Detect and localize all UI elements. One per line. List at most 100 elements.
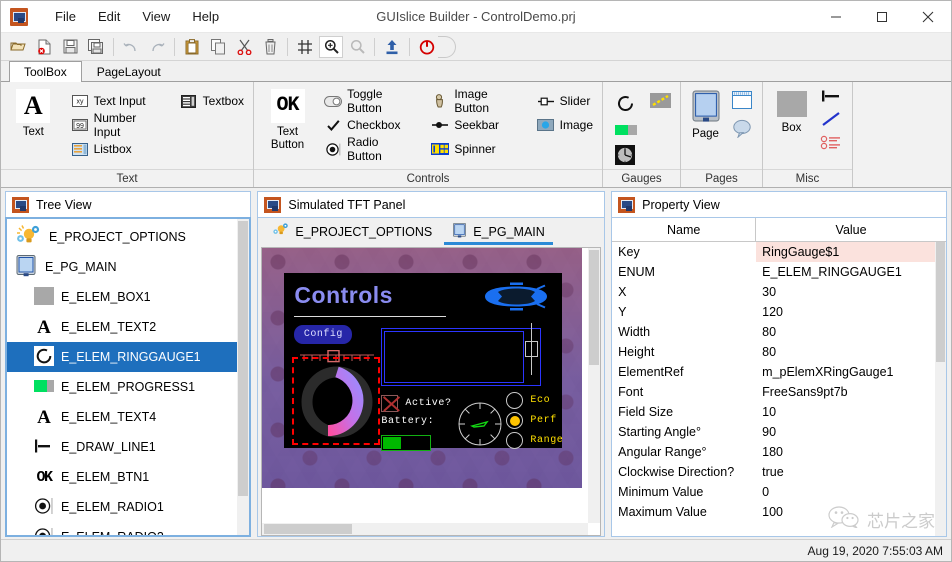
table-row[interactable]: Height 80: [612, 342, 946, 362]
table-row[interactable]: Font FreeSans9pt7b: [612, 382, 946, 402]
menu-item-help[interactable]: Help: [181, 6, 230, 27]
table-row[interactable]: ElementRef m_pElemXRingGauge1: [612, 362, 946, 382]
radio-range[interactable]: [506, 432, 523, 449]
property-value[interactable]: 180: [756, 442, 946, 462]
property-view-scrollbar[interactable]: [935, 242, 946, 536]
table-row[interactable]: Angular Range° 180: [612, 442, 946, 462]
tree-item-radio2[interactable]: E_ELEM_RADIO2: [7, 522, 249, 537]
maximize-button[interactable]: [859, 1, 905, 33]
property-value[interactable]: m_pElemXRingGauge1: [756, 362, 946, 382]
ribbon-item-toggle-button[interactable]: Toggle Button: [321, 91, 418, 111]
sim-vertical-scrollbar[interactable]: [588, 248, 600, 523]
tree-item-text2[interactable]: A E_ELEM_TEXT2: [7, 312, 249, 342]
table-row[interactable]: Maximum Value 100: [612, 502, 946, 522]
property-value[interactable]: 10: [756, 402, 946, 422]
scrollbar-thumb[interactable]: [936, 242, 945, 362]
copy-icon[interactable]: [206, 36, 230, 58]
table-row[interactable]: Field Size 10: [612, 402, 946, 422]
property-value[interactable]: 80: [756, 342, 946, 362]
base-page-icon[interactable]: [732, 91, 752, 112]
paste-icon[interactable]: [180, 36, 204, 58]
open-icon[interactable]: [6, 36, 30, 58]
ring-gauge-icon[interactable]: [615, 93, 636, 117]
sim-horizontal-scrollbar[interactable]: [262, 523, 588, 535]
table-row[interactable]: Starting Angle° 90: [612, 422, 946, 442]
popup-page-icon[interactable]: [732, 119, 752, 141]
tree-item-text4[interactable]: A E_ELEM_TEXT4: [7, 402, 249, 432]
tft-screen[interactable]: Controls Config: [284, 273, 562, 448]
scrollbar-thumb[interactable]: [589, 250, 599, 365]
ribbon-item-textbox[interactable]: Textbox: [177, 91, 247, 111]
zoom-out-icon[interactable]: [345, 36, 369, 58]
ribbon-item-spinner[interactable]: Spinner: [428, 139, 523, 159]
tree-view-scrollbar[interactable]: [237, 219, 249, 535]
redo-icon[interactable]: [145, 36, 169, 58]
property-value[interactable]: FreeSans9pt7b: [756, 382, 946, 402]
tree-item-ringgauge1[interactable]: E_ELEM_RINGGAUGE1: [7, 342, 249, 372]
screen-box[interactable]: [381, 328, 541, 386]
radio-perf[interactable]: [506, 412, 523, 429]
table-row[interactable]: Key RingGauge$1: [612, 242, 946, 262]
table-row[interactable]: Y 120: [612, 302, 946, 322]
new-project-icon[interactable]: [32, 36, 56, 58]
property-value[interactable]: true: [756, 462, 946, 482]
draw-line-icon[interactable]: [820, 89, 842, 106]
ribbon-item-image[interactable]: Image: [534, 115, 596, 135]
list-icon[interactable]: [820, 135, 842, 153]
property-value[interactable]: 30: [756, 282, 946, 302]
table-row[interactable]: Minimum Value 0: [612, 482, 946, 502]
sim-tab-pg-main[interactable]: E_PG_MAIN: [442, 219, 555, 245]
table-row[interactable]: Clockwise Direction? true: [612, 462, 946, 482]
property-value[interactable]: RingGauge$1: [756, 242, 946, 262]
ribbon-item-text-input[interactable]: xy Text Input: [68, 91, 167, 111]
scrollbar-thumb[interactable]: [238, 221, 248, 496]
config-button[interactable]: Config: [294, 325, 352, 344]
radio-eco[interactable]: [506, 392, 523, 409]
sim-tab-project-options[interactable]: E_PROJECT_OPTIONS: [262, 219, 442, 245]
minimize-button[interactable]: [813, 1, 859, 33]
tab-pagelayout[interactable]: PageLayout: [82, 61, 176, 82]
radial-gauge-icon[interactable]: [615, 145, 635, 168]
tree-item-box1[interactable]: E_ELEM_BOX1: [7, 282, 249, 312]
zoom-in-icon[interactable]: [319, 36, 343, 58]
seekbar-knob[interactable]: [525, 341, 538, 357]
ribbon-item-image-button[interactable]: Image Button: [428, 91, 523, 111]
menu-item-edit[interactable]: Edit: [87, 6, 131, 27]
exit-icon[interactable]: [414, 36, 440, 58]
diagonal-line-icon[interactable]: [820, 111, 842, 130]
tab-toolbox[interactable]: ToolBox: [9, 61, 82, 82]
scrollbar-thumb[interactable]: [264, 524, 352, 534]
ramp-gauge-icon[interactable]: [650, 93, 671, 117]
progress-bar-control[interactable]: [381, 435, 431, 451]
cut-icon[interactable]: [232, 36, 256, 58]
tree-item-draw-line1[interactable]: E_DRAW_LINE1: [7, 432, 249, 462]
property-value[interactable]: E_ELEM_RINGGAUGE1: [756, 262, 946, 282]
progress-bar-icon[interactable]: [615, 124, 637, 138]
page-button-large[interactable]: Page: [685, 87, 726, 141]
box-button-large[interactable]: Box: [769, 87, 814, 135]
property-value[interactable]: 100: [756, 502, 946, 522]
property-value[interactable]: 80: [756, 322, 946, 342]
checkbox-control[interactable]: [381, 395, 398, 412]
save-icon[interactable]: [58, 36, 82, 58]
table-row[interactable]: Width 80: [612, 322, 946, 342]
ribbon-item-seekbar[interactable]: Seekbar: [428, 115, 523, 135]
property-value[interactable]: 0: [756, 482, 946, 502]
tree-view-body[interactable]: E_PROJECT_OPTIONS E_PG_MAIN E_ELEM_BOX1: [5, 217, 251, 537]
grid-icon[interactable]: [293, 36, 317, 58]
property-value[interactable]: 120: [756, 302, 946, 322]
ribbon-item-listbox[interactable]: Listbox: [68, 139, 167, 159]
tree-item-progress1[interactable]: E_ELEM_PROGRESS1: [7, 372, 249, 402]
ribbon-item-number-input[interactable]: 99 Number Input: [68, 115, 167, 135]
sim-canvas[interactable]: Controls Config: [261, 247, 601, 536]
table-row[interactable]: X 30: [612, 282, 946, 302]
undo-icon[interactable]: [119, 36, 143, 58]
ribbon-item-radio-button[interactable]: Radio Button: [321, 139, 418, 159]
ribbon-item-slider[interactable]: Slider: [534, 91, 596, 111]
text-button-large-controls[interactable]: OK Text Button: [260, 87, 315, 152]
ribbon-item-checkbox[interactable]: Checkbox: [321, 115, 418, 135]
tree-item-pg-main[interactable]: E_PG_MAIN: [7, 252, 249, 282]
delete-icon[interactable]: [258, 36, 282, 58]
text-button-large[interactable]: A Text: [7, 87, 60, 139]
table-row[interactable]: ENUM E_ELEM_RINGGAUGE1: [612, 262, 946, 282]
